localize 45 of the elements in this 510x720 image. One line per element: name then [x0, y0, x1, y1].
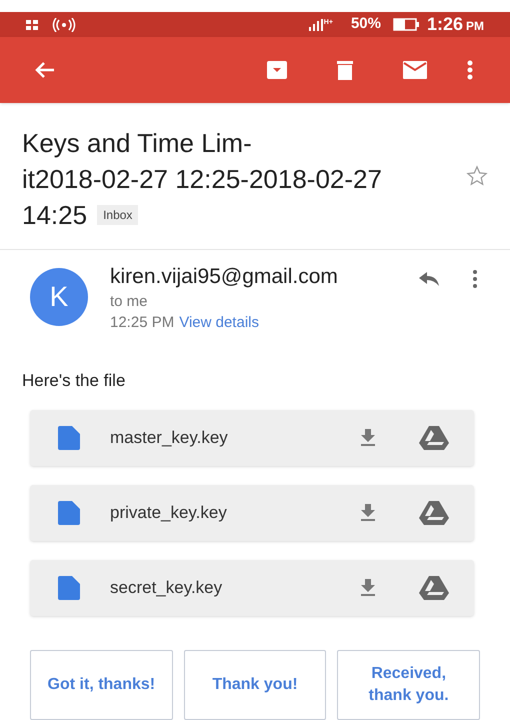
- smart-reply-button[interactable]: Got it, thanks!: [30, 650, 173, 720]
- mail-icon: [403, 61, 427, 79]
- sender-address: kiren.vijai95@gmail.com: [110, 264, 339, 290]
- back-arrow-icon: [35, 62, 55, 78]
- message-body: Here's the file: [21, 370, 126, 392]
- more-icon: [467, 60, 473, 80]
- download-icon: [360, 504, 376, 522]
- drive-icon: [419, 500, 449, 524]
- download-icon: [360, 578, 376, 596]
- battery-percent: 50%: [350, 14, 381, 34]
- hotspot-icon: [52, 18, 76, 32]
- view-details-link[interactable]: View details: [179, 312, 259, 334]
- inbox-label: Inbox: [97, 205, 138, 225]
- attachment-card[interactable]: secret_key.key: [30, 560, 474, 616]
- more-icon: [473, 270, 477, 288]
- subject-line: 14:25: [22, 199, 88, 232]
- reply-icon: [419, 272, 439, 286]
- battery-icon: [392, 18, 419, 31]
- drive-icon: [419, 576, 449, 600]
- grid-icon: [26, 20, 38, 30]
- avatar: K: [30, 268, 88, 326]
- signal-icon: [308, 18, 323, 30]
- save-to-drive-button[interactable]: [418, 574, 450, 602]
- smart-reply-button[interactable]: Received, thank you.: [337, 650, 480, 720]
- attachment-name: private_key.key: [110, 502, 228, 524]
- trash-icon: [337, 60, 353, 80]
- file-icon: [58, 576, 80, 600]
- attachment-card[interactable]: master_key.key: [30, 410, 474, 466]
- attachment-card[interactable]: private_key.key: [30, 484, 474, 540]
- archive-icon: [267, 61, 287, 79]
- attachment-name: secret_key.key: [110, 576, 224, 599]
- file-icon: [58, 426, 80, 450]
- recipient: to me: [110, 292, 149, 312]
- subject-line: Keys and Time Lim-: [22, 127, 252, 160]
- smart-reply-button[interactable]: Thank you!: [184, 650, 326, 720]
- clock: 1:26 PM: [426, 13, 484, 36]
- attachment-name: master_key.key: [110, 426, 229, 449]
- save-to-drive-button[interactable]: [418, 498, 450, 526]
- file-icon: [58, 500, 80, 524]
- subject-line: it2018-02-27 12:25-2018-02-27: [22, 163, 382, 196]
- drive-icon: [419, 426, 449, 450]
- star-icon[interactable]: [466, 165, 488, 187]
- message-time: 12:25 PM: [110, 313, 174, 333]
- download-icon: [360, 428, 376, 446]
- save-to-drive-button[interactable]: [418, 424, 450, 452]
